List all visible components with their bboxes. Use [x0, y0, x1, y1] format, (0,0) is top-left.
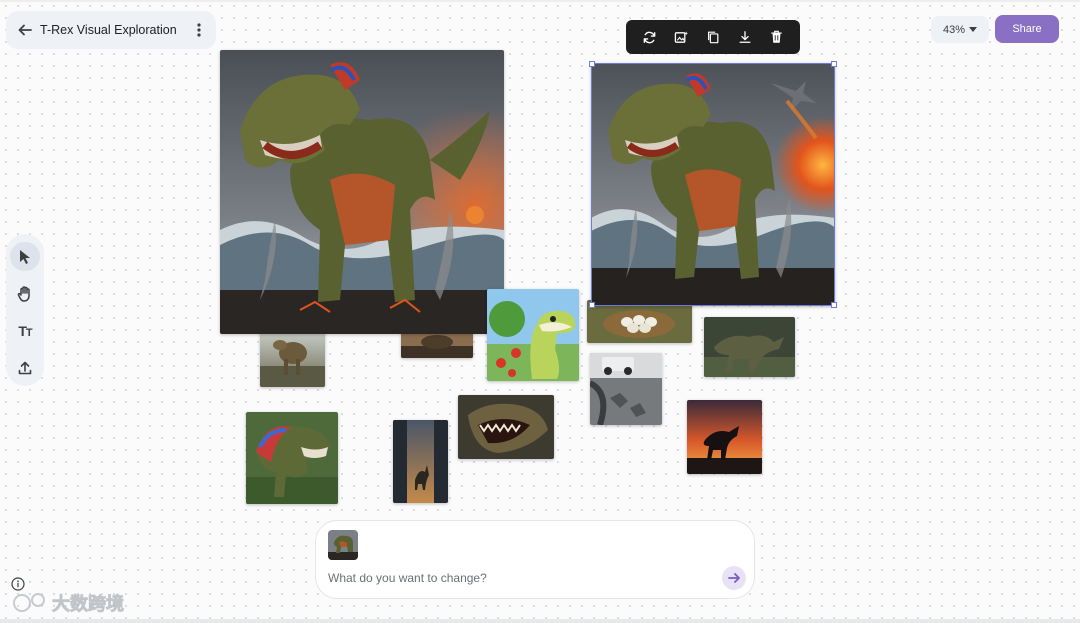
left-toolbar: TT: [6, 234, 44, 386]
select-tool[interactable]: [10, 242, 40, 271]
canvas-image-trex-jungle-walk[interactable]: [260, 326, 325, 387]
duplicate-icon: [707, 31, 719, 44]
prompt-input[interactable]: [328, 569, 698, 587]
send-button[interactable]: [722, 566, 746, 590]
image-actions-toolbar: [626, 20, 800, 54]
duplicate-button[interactable]: [702, 26, 724, 48]
zoom-dropdown[interactable]: 43%: [931, 16, 989, 43]
hand-icon: [17, 285, 30, 302]
delete-button[interactable]: [765, 26, 787, 48]
more-options-button[interactable]: [188, 11, 210, 49]
canvas-image-trex-closeup-roar[interactable]: [458, 395, 554, 459]
download-icon: [739, 31, 751, 43]
bottom-border: [0, 619, 1080, 623]
regenerate-icon: [643, 31, 656, 43]
canvas-image-dino-eggs-nest[interactable]: [587, 300, 692, 343]
canvas-image-trex-volcano-beach[interactable]: [220, 50, 504, 334]
kebab-menu-icon: [197, 23, 201, 37]
arrow-right-icon: [728, 573, 740, 583]
canvas-image-feathered-trex[interactable]: [246, 412, 338, 504]
top-border: [0, 0, 1080, 2]
watermark-text: 大数跨境: [52, 593, 124, 615]
canvas-image-trex-sunset-silhouette[interactable]: [687, 400, 762, 474]
download-button[interactable]: [734, 26, 756, 48]
canvas-image-trex-city-street[interactable]: [393, 420, 448, 503]
pan-tool[interactable]: [10, 279, 40, 308]
zoom-level: 43%: [942, 23, 966, 36]
prompt-reference-thumbnail[interactable]: [328, 530, 358, 560]
canvas-image-trex-forest[interactable]: [704, 317, 795, 377]
text-tool[interactable]: TT: [10, 316, 40, 345]
regenerate-button[interactable]: [639, 26, 661, 48]
back-button[interactable]: [10, 11, 40, 49]
share-button[interactable]: Share: [995, 15, 1059, 43]
upload-icon: [18, 361, 32, 374]
cursor-icon: [20, 249, 30, 264]
edit-image-icon: [674, 30, 688, 43]
delete-icon: [770, 30, 782, 43]
edit-image-button[interactable]: [670, 26, 692, 48]
caret-down-icon: [969, 27, 978, 32]
arrow-left-icon: [18, 24, 32, 36]
canvas-image-trex-volcano-jet-selected[interactable]: [591, 63, 835, 306]
upload-tool[interactable]: [10, 353, 40, 382]
canvas-image-trex-sunset-small[interactable]: [401, 330, 473, 358]
canvas-image-truck-footprints[interactable]: [590, 353, 662, 425]
title-pill: T-Rex Visual Exploration: [6, 11, 216, 49]
watermark-logo: 大数跨境: [8, 588, 148, 618]
prompt-box: [315, 520, 755, 599]
canvas-image-cartoon-dino-apples[interactable]: [487, 289, 579, 381]
page-title: T-Rex Visual Exploration: [40, 23, 177, 37]
text-icon: TT: [18, 322, 32, 339]
